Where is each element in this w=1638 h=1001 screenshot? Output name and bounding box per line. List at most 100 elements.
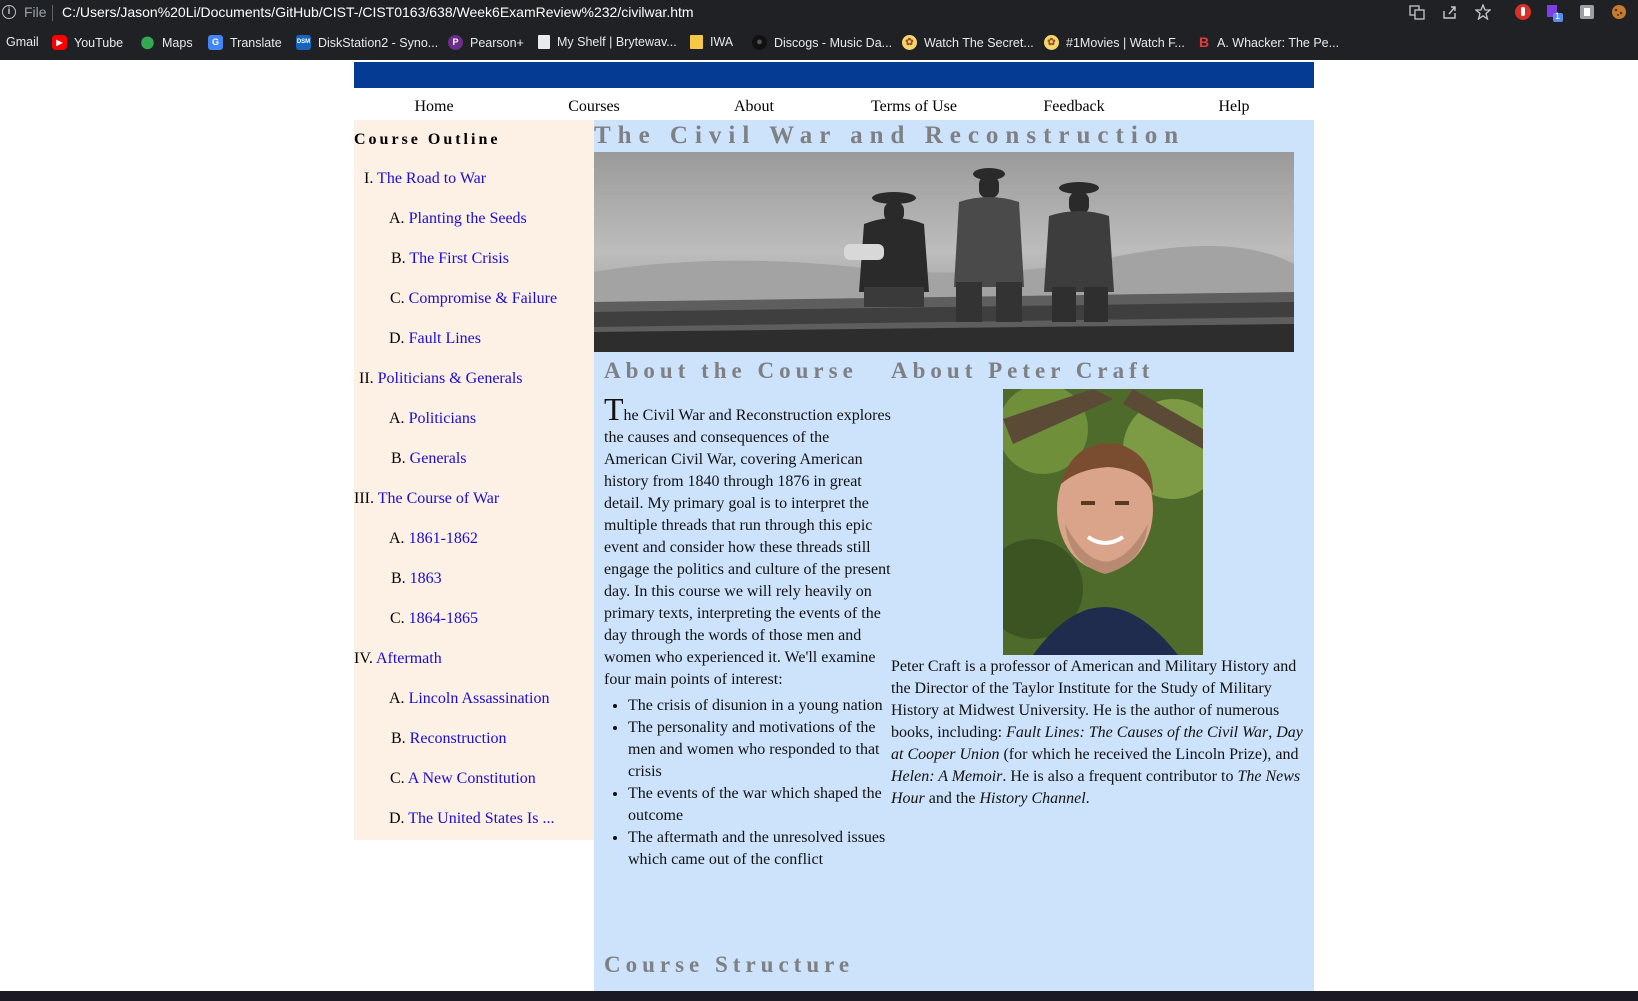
bookmark-whacker[interactable]: B A. Whacker: The Pe... <box>1198 35 1339 50</box>
bookmark-label: Translate <box>230 35 282 50</box>
nav-courses[interactable]: Courses <box>514 98 674 120</box>
file-scheme-label: File <box>24 4 47 20</box>
b-icon: B <box>1198 34 1210 50</box>
outline-item: B. Reconstruction <box>391 730 507 748</box>
outline-link[interactable]: The First Crisis <box>409 250 509 267</box>
dsm-icon: DSM <box>296 35 311 50</box>
outline-item: D. Fault Lines <box>389 330 481 348</box>
bookmark-label: My Shelf | Brytewav... <box>557 35 677 49</box>
show-title: History Channel <box>979 790 1086 807</box>
outline-link[interactable]: Aftermath <box>376 650 442 667</box>
outline-link[interactable]: 1864-1865 <box>409 610 478 627</box>
outline-link[interactable]: The Course of War <box>378 490 500 507</box>
outline-item: A. Lincoln Assassination <box>389 690 549 708</box>
course-intro: The Civil War and Reconstruction explore… <box>604 393 894 691</box>
bookmark-maps[interactable]: ⬤ Maps <box>140 35 193 50</box>
bookmark-watch-secret[interactable]: ✿ Watch The Secret... <box>902 35 1034 50</box>
outline-link[interactable]: Fault Lines <box>409 330 481 347</box>
outline-item: B. Generals <box>391 450 467 468</box>
bio-text: , <box>1268 724 1277 741</box>
list-item: The aftermath and the unresolved issues … <box>628 827 894 871</box>
bookmark-pearson[interactable]: P Pearson+ <box>448 35 524 50</box>
info-icon[interactable]: i <box>2 5 16 19</box>
bookmark-label: Watch The Secret... <box>924 35 1034 50</box>
about-course-heading: About the Course <box>604 358 858 383</box>
outline-link[interactable]: The Road to War <box>377 170 486 187</box>
bookmark-gmail[interactable]: Gmail <box>6 35 39 49</box>
outline-number: B. <box>391 450 406 467</box>
outline-title: Course Outline <box>354 131 501 148</box>
discogs-icon: ● <box>752 35 767 50</box>
outline-item: III. The Course of War <box>354 490 499 508</box>
bookmark-brytewave[interactable]: My Shelf | Brytewav... <box>538 35 677 49</box>
outline-number: I. <box>364 170 374 187</box>
bookmark-label: IWA <box>710 35 734 49</box>
nav-help[interactable]: Help <box>1154 98 1314 120</box>
url-separator <box>52 5 53 21</box>
outline-number: A. <box>389 530 405 547</box>
bookmark-iwa[interactable]: IWA <box>690 35 733 49</box>
civil-war-banner-photo <box>594 152 1294 352</box>
outline-link[interactable]: The United States Is ... <box>408 810 554 827</box>
movie-icon: ✿ <box>902 35 917 50</box>
nav-feedback[interactable]: Feedback <box>994 98 1154 120</box>
bookmark-1movies[interactable]: ✿ #1Movies | Watch F... <box>1044 35 1185 50</box>
course-structure-heading: Course Structure <box>604 952 855 977</box>
outline-number: A. <box>389 210 405 227</box>
outline-item: C. 1864-1865 <box>390 610 478 628</box>
nav-home[interactable]: Home <box>354 98 514 120</box>
list-item: The events of the war which shaped the o… <box>628 783 894 827</box>
points-list: The crisis of disunion in a young nation… <box>604 695 894 871</box>
bio-text: . <box>1085 790 1090 807</box>
translate-page-icon[interactable] <box>1408 4 1426 22</box>
bio-text: . He is also a frequent contributor to <box>1002 768 1238 785</box>
outline-number: B. <box>391 250 406 267</box>
bookmark-star-icon[interactable] <box>1474 3 1492 22</box>
bookmark-label: Discogs - Music Da... <box>774 35 893 50</box>
bookmark-label: A. Whacker: The Pe... <box>1217 35 1340 50</box>
outline-item: B. 1863 <box>391 570 442 588</box>
bookmark-label: #1Movies | Watch F... <box>1066 35 1185 50</box>
outline-link[interactable]: Planting the Seeds <box>409 210 527 227</box>
bookmark-diskstation[interactable]: DSM DiskStation2 - Syno... <box>296 35 438 50</box>
url-field[interactable]: C:/Users/Jason%20Li/Documents/GitHub/CIS… <box>62 4 694 20</box>
outline-link[interactable]: A New Constitution <box>408 770 536 787</box>
extension-red-icon[interactable] <box>1514 4 1532 22</box>
outline-link[interactable]: 1863 <box>410 570 442 587</box>
outline-number: A. <box>389 690 405 707</box>
extension-purple-icon[interactable]: 1 <box>1545 4 1563 22</box>
bookmark-label: Maps <box>162 35 193 50</box>
outline-item: II. Politicians & Generals <box>359 370 523 388</box>
book-title: Fault Lines: The Causes of the Civil War <box>1006 724 1269 741</box>
outline-link[interactable]: Lincoln Assassination <box>409 690 550 707</box>
main-nav: Home Courses About Terms of Use Feedback… <box>354 98 1314 120</box>
browser-address-bar: i File C:/Users/Jason%20Li/Documents/Git… <box>0 0 1638 26</box>
about-craft-heading: About Peter Craft <box>891 358 1155 383</box>
bookmark-youtube[interactable]: ▶ YouTube <box>52 35 123 50</box>
folder-icon <box>690 35 703 49</box>
outline-number: C. <box>390 290 405 307</box>
outline-link[interactable]: 1861-1862 <box>409 530 478 547</box>
outline-number: B. <box>391 730 406 747</box>
outline-item: C. Compromise & Failure <box>390 290 557 308</box>
maps-icon: ⬤ <box>140 35 155 49</box>
outline-number: C. <box>390 610 405 627</box>
document-icon <box>538 35 550 49</box>
bookmark-label: Pearson+ <box>470 35 524 50</box>
extension-square-icon[interactable] <box>1578 4 1596 22</box>
bookmark-translate[interactable]: G Translate <box>208 35 282 50</box>
cookie-extension-icon[interactable] <box>1610 4 1628 22</box>
outline-link[interactable]: Generals <box>410 450 467 467</box>
outline-link[interactable]: Compromise & Failure <box>409 290 557 307</box>
outline-number: C. <box>390 770 405 787</box>
bio-text: (for which he received the Lincoln Prize… <box>999 746 1299 763</box>
share-icon[interactable] <box>1441 4 1459 22</box>
nav-about[interactable]: About <box>674 98 834 120</box>
outline-link[interactable]: Politicians <box>409 410 477 427</box>
outline-link[interactable]: Politicians & Generals <box>378 370 523 387</box>
outline-link[interactable]: Reconstruction <box>410 730 507 747</box>
bookmark-discogs[interactable]: ● Discogs - Music Da... <box>752 35 892 50</box>
book-title: Helen: A Memoir <box>891 768 1003 785</box>
nav-terms[interactable]: Terms of Use <box>834 98 994 120</box>
about-course-text: The Civil War and Reconstruction explore… <box>604 393 894 871</box>
